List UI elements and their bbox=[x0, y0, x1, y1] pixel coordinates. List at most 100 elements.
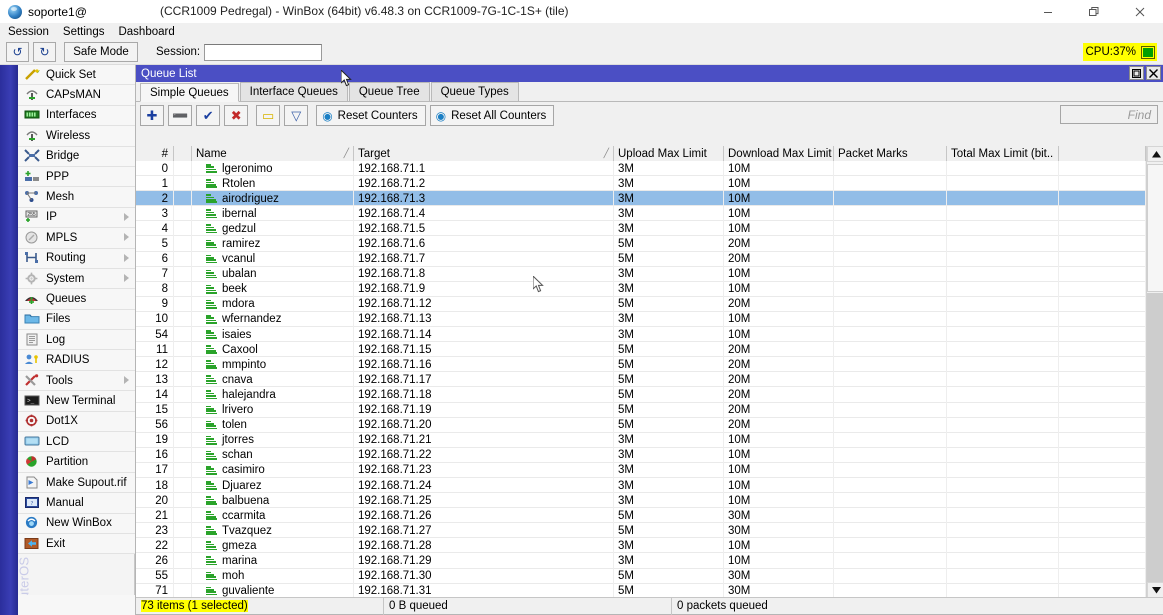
table-row[interactable]: 17casimiro192.168.71.233M10M bbox=[136, 463, 1146, 478]
scrollbar-lower-track[interactable] bbox=[1147, 293, 1163, 582]
table-row[interactable]: 6vcanul192.168.71.75M20M bbox=[136, 252, 1146, 267]
sidebar-item-capsman[interactable]: CAPsMAN bbox=[18, 85, 135, 105]
sidebar-item-system[interactable]: System bbox=[18, 269, 135, 289]
queue-restore-icon[interactable] bbox=[1129, 66, 1144, 80]
column-header-total[interactable]: Total Max Limit (bit.. bbox=[947, 146, 1059, 161]
safe-mode-button[interactable]: Safe Mode bbox=[64, 42, 138, 62]
column-header-flag[interactable] bbox=[174, 146, 192, 161]
sidebar-item-tools[interactable]: Tools bbox=[18, 371, 135, 391]
reset-all-counters-button[interactable]: ◉Reset All Counters bbox=[430, 105, 555, 126]
sidebar-item-queues[interactable]: Queues bbox=[18, 289, 135, 309]
table-row[interactable]: 7ubalan192.168.71.83M10M bbox=[136, 267, 1146, 282]
sidebar-item-quick-set[interactable]: Quick Set bbox=[18, 65, 135, 85]
table-row[interactable]: 19jtorres192.168.71.213M10M bbox=[136, 433, 1146, 448]
filter-button[interactable]: ▽ bbox=[284, 105, 308, 126]
table-row[interactable]: 71guvaliente192.168.71.315M30M bbox=[136, 584, 1146, 598]
tab-queue-types[interactable]: Queue Types bbox=[431, 82, 519, 101]
comment-button[interactable]: ▭ bbox=[256, 105, 280, 126]
scroll-down-button[interactable] bbox=[1147, 582, 1163, 598]
sidebar-item-new-terminal[interactable]: >_New Terminal bbox=[18, 391, 135, 411]
table-row[interactable]: 23Tvazquez192.168.71.275M30M bbox=[136, 523, 1146, 538]
undo-button[interactable]: ↺ bbox=[6, 42, 29, 62]
cell-name: cnava bbox=[192, 372, 354, 387]
close-icon[interactable] bbox=[1117, 0, 1163, 23]
find-input[interactable]: Find bbox=[1060, 105, 1158, 124]
enable-button[interactable]: ✔ bbox=[196, 105, 220, 126]
sidebar-item-interfaces[interactable]: Interfaces bbox=[18, 106, 135, 126]
redo-button[interactable]: ↻ bbox=[33, 42, 56, 62]
sidebar-item-radius[interactable]: RADIUS bbox=[18, 350, 135, 370]
sidebar-item-routing[interactable]: Routing bbox=[18, 249, 135, 269]
scrollbar-thumb[interactable] bbox=[1147, 164, 1163, 292]
sidebar-item-lcd[interactable]: LCD bbox=[18, 432, 135, 452]
table-vertical-scrollbar[interactable] bbox=[1146, 146, 1163, 598]
table-row[interactable]: 20balbuena192.168.71.253M10M bbox=[136, 493, 1146, 508]
sidebar-item-label: MPLS bbox=[46, 232, 77, 244]
column-header-label: Name bbox=[196, 148, 227, 160]
menu-session[interactable]: Session bbox=[8, 26, 49, 38]
column-header-idx[interactable]: # bbox=[136, 146, 174, 161]
disable-button[interactable]: ✖ bbox=[224, 105, 248, 126]
table-row[interactable]: 9mdora192.168.71.125M20M bbox=[136, 297, 1146, 312]
menu-settings[interactable]: Settings bbox=[63, 26, 105, 38]
sidebar-item-exit[interactable]: Exit bbox=[18, 534, 135, 554]
table-row[interactable]: 56tolen192.168.71.205M20M bbox=[136, 418, 1146, 433]
sidebar-item-new-winbox[interactable]: New WinBox bbox=[18, 514, 135, 534]
sidebar-item-mesh[interactable]: Mesh bbox=[18, 187, 135, 207]
column-header-extra[interactable] bbox=[1059, 146, 1146, 161]
table-row[interactable]: 22gmeza192.168.71.283M10M bbox=[136, 538, 1146, 553]
table-row[interactable]: 2airodriguez192.168.71.33M10M bbox=[136, 191, 1146, 206]
sidebar-item-dot1x[interactable]: Dot1X bbox=[18, 412, 135, 432]
cell-marks bbox=[834, 327, 947, 342]
reset-counters-button[interactable]: ◉Reset Counters bbox=[316, 105, 425, 126]
sidebar-item-log[interactable]: Log bbox=[18, 330, 135, 350]
sidebar-item-mpls[interactable]: MPLS bbox=[18, 228, 135, 248]
tab-interface-queues[interactable]: Interface Queues bbox=[240, 82, 348, 101]
sidebar-item-ip[interactable]: 255IP bbox=[18, 208, 135, 228]
sidebar-item-ppp[interactable]: PPP bbox=[18, 167, 135, 187]
column-header-target[interactable]: Target╱ bbox=[354, 146, 614, 161]
table-row[interactable]: 4gedzul192.168.71.53M10M bbox=[136, 221, 1146, 236]
table-row[interactable]: 16schan192.168.71.223M10M bbox=[136, 448, 1146, 463]
table-row[interactable]: 10wfernandez192.168.71.133M10M bbox=[136, 312, 1146, 327]
scrollbar-track[interactable] bbox=[1147, 162, 1163, 582]
column-header-download[interactable]: Download Max Limit bbox=[724, 146, 834, 161]
tab-simple-queues[interactable]: Simple Queues bbox=[140, 83, 239, 102]
column-header-upload[interactable]: Upload Max Limit bbox=[614, 146, 724, 161]
table-row[interactable]: 13cnava192.168.71.175M20M bbox=[136, 372, 1146, 387]
table-row[interactable]: 11Caxool192.168.71.155M20M bbox=[136, 342, 1146, 357]
table-row[interactable]: 0lgeronimo192.168.71.13M10M bbox=[136, 161, 1146, 176]
table-row[interactable]: 8beek192.168.71.93M10M bbox=[136, 282, 1146, 297]
table-row[interactable]: 55moh192.168.71.305M30M bbox=[136, 569, 1146, 584]
table-row[interactable]: 15lrivero192.168.71.195M20M bbox=[136, 403, 1146, 418]
tab-queue-tree[interactable]: Queue Tree bbox=[349, 82, 430, 101]
table-row[interactable]: 1Rtolen192.168.71.23M10M bbox=[136, 176, 1146, 191]
sidebar-item-files[interactable]: Files bbox=[18, 310, 135, 330]
queue-window-titlebar[interactable]: Queue List bbox=[136, 65, 1163, 82]
table-row[interactable]: 5ramirez192.168.71.65M20M bbox=[136, 236, 1146, 251]
cell-download: 30M bbox=[724, 508, 834, 523]
sidebar-item-wireless[interactable]: Wireless bbox=[18, 126, 135, 146]
cell-upload: 3M bbox=[614, 448, 724, 463]
sidebar-item-manual[interactable]: ?Manual bbox=[18, 493, 135, 513]
session-input[interactable] bbox=[204, 44, 322, 61]
add-button[interactable]: ✚ bbox=[140, 105, 164, 126]
sidebar-item-bridge[interactable]: Bridge bbox=[18, 147, 135, 167]
table-row[interactable]: 12mmpinto192.168.71.165M20M bbox=[136, 357, 1146, 372]
scroll-up-button[interactable] bbox=[1147, 146, 1163, 162]
sidebar-item-partition[interactable]: Partition bbox=[18, 452, 135, 472]
queue-close-icon[interactable] bbox=[1146, 66, 1161, 80]
column-header-marks[interactable]: Packet Marks bbox=[834, 146, 947, 161]
column-header-name[interactable]: Name╱ bbox=[192, 146, 354, 161]
table-row[interactable]: 18Djuarez192.168.71.243M10M bbox=[136, 478, 1146, 493]
minimize-button[interactable] bbox=[1025, 0, 1071, 23]
table-row[interactable]: 54isaies192.168.71.143M10M bbox=[136, 327, 1146, 342]
table-row[interactable]: 21ccarmita192.168.71.265M30M bbox=[136, 508, 1146, 523]
table-row[interactable]: 14halejandra192.168.71.185M20M bbox=[136, 387, 1146, 402]
table-row[interactable]: 26marina192.168.71.293M10M bbox=[136, 553, 1146, 568]
table-row[interactable]: 3ibernal192.168.71.43M10M bbox=[136, 206, 1146, 221]
menu-dashboard[interactable]: Dashboard bbox=[118, 26, 174, 38]
maximize-restore-icon[interactable] bbox=[1071, 0, 1117, 23]
remove-button[interactable]: ➖ bbox=[168, 105, 192, 126]
sidebar-item-make-supout-rif[interactable]: Make Supout.rif bbox=[18, 473, 135, 493]
